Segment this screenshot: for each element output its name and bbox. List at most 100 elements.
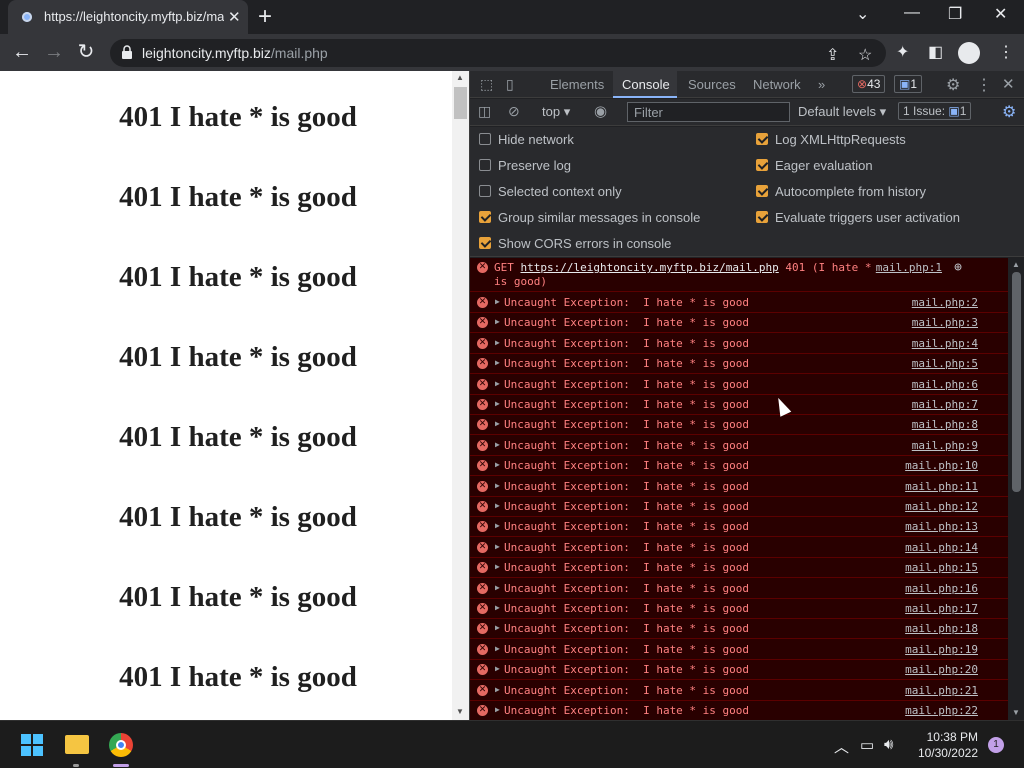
expand-triangle-icon[interactable]: ▶ (495, 501, 500, 510)
expand-triangle-icon[interactable]: ▶ (495, 338, 500, 347)
source-link[interactable]: mail.php:6 (912, 378, 978, 391)
expand-triangle-icon[interactable]: ▶ (495, 358, 500, 367)
expand-triangle-icon[interactable]: ▶ (495, 562, 500, 571)
console-error-row[interactable]: ✕ ▶ Uncaught Exception: I hate * is good ma… (470, 558, 1008, 579)
source-link[interactable]: mail.php:2 (912, 296, 978, 309)
console-error-row[interactable]: ✕ ▶ Uncaught Exception: I hate * is good ma… (470, 619, 1008, 640)
extensions-puzzle-icon[interactable]: ✦ (896, 42, 909, 62)
console-error-row[interactable]: ✕ ▶ Uncaught Exception: I hate * is good ma… (470, 579, 1008, 599)
source-link[interactable]: mail.php:19 (905, 643, 978, 656)
source-link[interactable]: mail.php:16 (905, 582, 978, 595)
scroll-down-icon[interactable]: ▼ (1012, 708, 1020, 717)
clear-console-icon[interactable]: ⊘ (508, 103, 520, 120)
expand-triangle-icon[interactable]: ▶ (495, 583, 500, 592)
console-error-row[interactable]: ✕ ▶ Uncaught Exception: I hate * is good ma… (470, 497, 1008, 517)
tab-network[interactable]: Network (753, 77, 801, 92)
expand-triangle-icon[interactable]: ▶ (495, 317, 500, 326)
source-link[interactable]: mail.php:4 (912, 337, 978, 350)
expand-triangle-icon[interactable]: ▶ (495, 521, 500, 530)
expand-triangle-icon[interactable]: ▶ (495, 623, 500, 632)
console-error-row[interactable]: ✕ ▶ Uncaught Exception: I hate * is good ma… (470, 436, 1008, 456)
page-scroll-thumb[interactable] (454, 87, 467, 119)
console-settings-gear-icon[interactable]: ⚙ (1002, 102, 1016, 122)
chrome-icon[interactable] (109, 733, 133, 757)
tab-console[interactable]: Console (622, 77, 670, 92)
network-icon[interactable]: ▭ (860, 736, 874, 754)
source-link[interactable]: mail.php:13 (905, 520, 978, 533)
expand-triangle-icon[interactable]: ▶ (495, 644, 500, 653)
console-filter-input[interactable]: Filter (627, 102, 790, 122)
message-count-badge[interactable]: ▣1 (894, 75, 923, 93)
chrome-menu-icon[interactable]: ⋮ (998, 42, 1014, 62)
source-link[interactable]: mail.php:5 (912, 357, 978, 370)
error-count-badge[interactable]: ⊗43 (852, 75, 886, 93)
checkbox-icon[interactable] (756, 211, 768, 223)
console-error-row[interactable]: ✕ ▶ Uncaught Exception: I hate * is good ma… (470, 395, 1008, 415)
minimize-icon[interactable]: — (904, 4, 920, 22)
console-error-row[interactable]: ✕ ▶ Uncaught Exception: I hate * is good ma… (470, 293, 1008, 313)
expand-triangle-icon[interactable]: ▶ (495, 419, 500, 428)
console-error-row[interactable]: ✕ ▶ Uncaught Exception: I hate * is good ma… (470, 354, 1008, 375)
expand-triangle-icon[interactable]: ▶ (495, 705, 500, 714)
source-link[interactable]: mail.php:1 (876, 261, 942, 274)
console-error-row[interactable]: ✕ ▶ Uncaught Exception: I hate * is good ma… (470, 334, 1008, 354)
source-link[interactable]: mail.php:10 (905, 459, 978, 472)
console-error-row[interactable]: ✕ ▶ Uncaught Exception: I hate * is good ma… (470, 640, 1008, 660)
sidebar-toggle-icon[interactable]: ◫ (478, 103, 491, 120)
scroll-up-icon[interactable]: ▲ (456, 73, 464, 82)
volume-icon[interactable]: 🔊︎ (884, 736, 893, 753)
source-link[interactable]: mail.php:18 (905, 622, 978, 635)
browser-tab[interactable]: https://leightoncity.myftp.biz/ma ✕ (8, 0, 248, 34)
console-error-row[interactable]: ✕ ▶ Uncaught Exception: I hate * is good ma… (470, 599, 1008, 619)
start-windows-icon[interactable] (21, 734, 43, 756)
checkbox-icon[interactable] (756, 159, 768, 171)
expand-triangle-icon[interactable]: ▶ (495, 542, 500, 551)
window-close-icon[interactable]: ✕ (994, 4, 1007, 24)
tab-search-chevron-icon[interactable]: ⌄ (856, 4, 869, 24)
inspect-element-icon[interactable]: ⬚ (480, 76, 493, 93)
back-icon[interactable]: ← (10, 40, 34, 64)
source-link[interactable]: mail.php:14 (905, 541, 978, 554)
expand-triangle-icon[interactable]: ▶ (495, 440, 500, 449)
checkbox-icon[interactable] (756, 133, 768, 145)
reload-icon[interactable]: ↻ (74, 40, 98, 64)
checkbox-icon[interactable] (756, 185, 768, 197)
source-link[interactable]: mail.php:11 (905, 480, 978, 493)
console-scrollbar[interactable]: ▲ ▼ (1008, 258, 1024, 720)
source-link[interactable]: mail.php:9 (912, 439, 978, 452)
bookmark-star-icon[interactable]: ☆ (858, 45, 872, 65)
show-hidden-icons-chevron-icon[interactable]: ︿ (834, 736, 849, 757)
expand-triangle-icon[interactable]: ▶ (495, 664, 500, 673)
source-link[interactable]: mail.php:8 (912, 418, 978, 431)
console-error-row[interactable]: ✕ ▶ Uncaught Exception: I hate * is good ma… (470, 456, 1008, 477)
console-error-row[interactable]: ✕ ▶ Uncaught Exception: I hate * is good ma… (470, 701, 1008, 720)
source-link[interactable]: mail.php:12 (905, 500, 978, 513)
tab-elements[interactable]: Elements (550, 77, 604, 92)
new-tab-button[interactable]: + (258, 3, 272, 31)
notification-badge[interactable]: 1 (988, 737, 1004, 753)
expand-triangle-icon[interactable]: ▶ (495, 379, 500, 388)
devtools-close-icon[interactable]: ✕ (1002, 75, 1015, 93)
console-error-row[interactable]: ✕ ▶ Uncaught Exception: I hate * is good ma… (470, 538, 1008, 558)
console-scroll-thumb[interactable] (1012, 272, 1021, 492)
profile-avatar[interactable] (958, 42, 980, 64)
devtools-settings-gear-icon[interactable]: ⚙ (946, 75, 960, 95)
expand-triangle-icon[interactable]: ▶ (495, 297, 500, 306)
request-url-link[interactable]: https://leightoncity.myftp.biz/mail.php (521, 261, 779, 274)
checkbox-icon[interactable] (479, 211, 491, 223)
tab-sources[interactable]: Sources (688, 77, 736, 92)
context-selector[interactable]: top ▾ (542, 104, 570, 120)
source-link[interactable]: mail.php:21 (905, 684, 978, 697)
scroll-down-icon[interactable]: ▼ (456, 707, 464, 716)
scroll-up-icon[interactable]: ▲ (1012, 260, 1020, 269)
share-icon[interactable]: ⇪ (826, 45, 839, 65)
expand-triangle-icon[interactable]: ▶ (495, 460, 500, 469)
source-link[interactable]: mail.php:17 (905, 602, 978, 615)
console-error-row[interactable]: ✕ ▶ Uncaught Exception: I hate * is good ma… (470, 415, 1008, 436)
source-link[interactable]: mail.php:22 (905, 704, 978, 717)
live-expression-eye-icon[interactable]: ◉ (594, 102, 607, 120)
address-bar[interactable]: leightoncity.myftp.biz/mail.php ⇪ ☆ (110, 39, 886, 67)
tab-close-icon[interactable]: ✕ (228, 8, 241, 26)
console-error-row[interactable]: ✕ ▶ Uncaught Exception: I hate * is good ma… (470, 517, 1008, 538)
issues-button[interactable]: 1 Issue: ▣1 (898, 102, 972, 120)
